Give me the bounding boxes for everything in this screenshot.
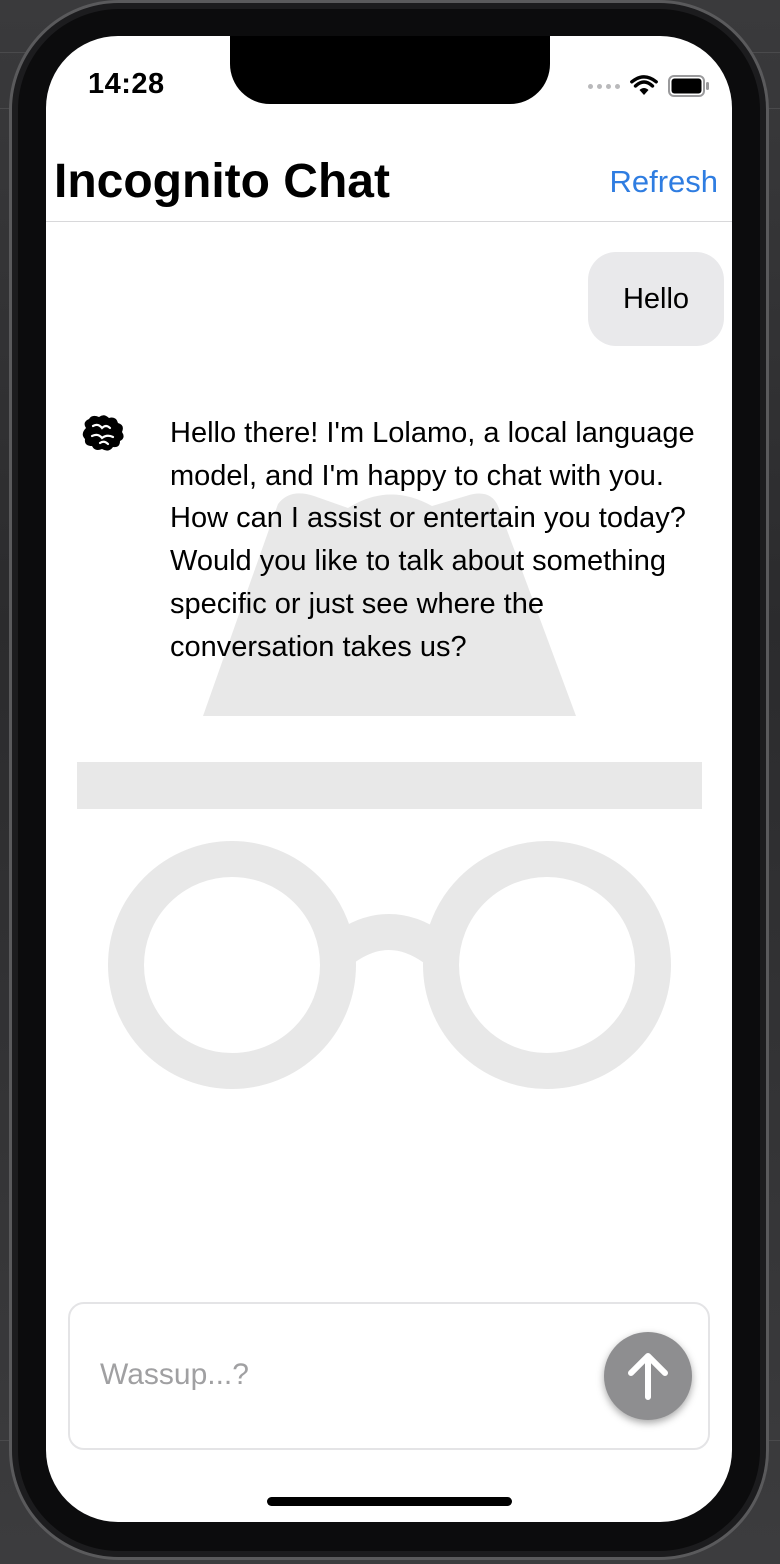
refresh-button[interactable]: Refresh (609, 164, 718, 200)
cellular-signal-icon (588, 83, 620, 89)
home-indicator[interactable] (267, 1497, 512, 1506)
page-title: Incognito Chat (54, 155, 390, 208)
user-message-bubble: Hello (588, 252, 724, 346)
user-message-text: Hello (622, 282, 690, 315)
device-notch (230, 36, 550, 104)
nav-divider (46, 221, 732, 222)
battery-icon (668, 75, 709, 97)
assistant-message-text: Hello there! I'm Lolamo, a local languag… (170, 417, 695, 663)
send-button[interactable] (604, 1332, 692, 1420)
arrow-up-icon (628, 1353, 668, 1400)
wifi-icon (630, 75, 658, 95)
message-composer (68, 1302, 710, 1450)
brain-icon (82, 415, 124, 451)
message-input[interactable] (100, 1350, 570, 1400)
status-time: 14:28 (88, 68, 165, 100)
app-screen: 14:28 Incognito Chat Refresh Hello Hello… (46, 36, 732, 1522)
status-icons (588, 74, 710, 98)
